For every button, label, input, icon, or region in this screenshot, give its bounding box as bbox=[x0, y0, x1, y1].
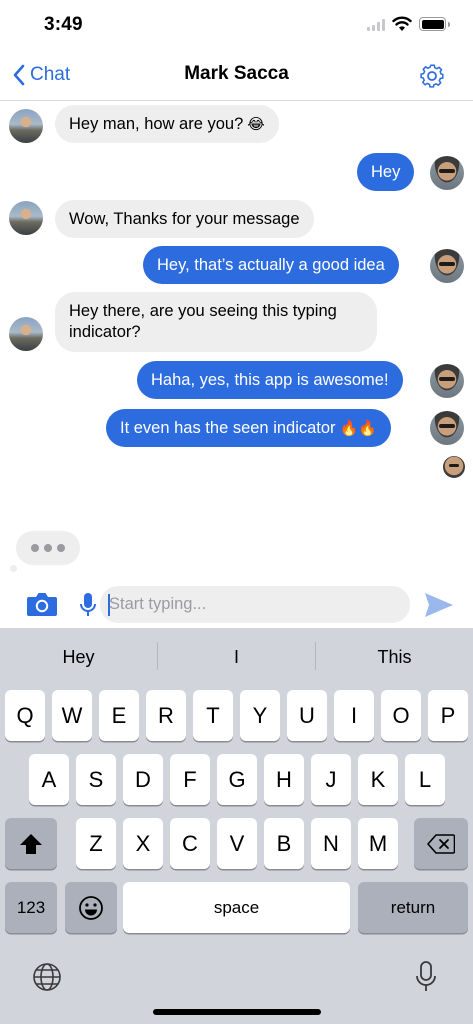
user-avatar[interactable] bbox=[430, 249, 464, 283]
key-h[interactable]: H bbox=[264, 754, 304, 805]
user-avatar[interactable] bbox=[430, 156, 464, 190]
key-p[interactable]: P bbox=[428, 690, 468, 741]
conversation-title: Mark Sacca bbox=[184, 63, 289, 84]
key-c[interactable]: C bbox=[170, 818, 210, 869]
microphone-icon[interactable] bbox=[78, 591, 98, 619]
key-z[interactable]: Z bbox=[76, 818, 116, 869]
key-j[interactable]: J bbox=[311, 754, 351, 805]
dictation-icon[interactable] bbox=[414, 960, 438, 994]
home-indicator bbox=[153, 1009, 321, 1015]
text-cursor bbox=[108, 594, 110, 616]
suggestion-3[interactable]: This bbox=[316, 628, 473, 686]
wifi-icon bbox=[392, 16, 412, 31]
battery-icon bbox=[419, 17, 450, 31]
key-y[interactable]: Y bbox=[240, 690, 280, 741]
message-text-line1: Hey there, are you seeing this typing bbox=[69, 302, 337, 320]
backspace-icon bbox=[427, 833, 455, 854]
key-n[interactable]: N bbox=[311, 818, 351, 869]
message-input[interactable] bbox=[100, 586, 410, 623]
outgoing-message-bubble: Haha, yes, this app is awesome! bbox=[137, 361, 403, 399]
key-o[interactable]: O bbox=[381, 690, 421, 741]
message-text: It even has the seen indicator bbox=[120, 418, 336, 437]
user-avatar[interactable] bbox=[430, 411, 464, 445]
key-v[interactable]: V bbox=[217, 818, 257, 869]
key-b[interactable]: B bbox=[264, 818, 304, 869]
key-r[interactable]: R bbox=[146, 690, 186, 741]
message-list[interactable]: Hey man, how are you? 😂 Hey Wow, Thanks … bbox=[0, 101, 473, 521]
key-u[interactable]: U bbox=[287, 690, 327, 741]
camera-icon[interactable] bbox=[26, 590, 58, 618]
key-t[interactable]: T bbox=[193, 690, 233, 741]
outgoing-message-bubble: Hey, that’s actually a good idea bbox=[143, 246, 399, 284]
navigation-bar: Chat Mark Sacca bbox=[0, 50, 473, 101]
gear-icon[interactable] bbox=[418, 62, 446, 90]
contact-avatar[interactable] bbox=[9, 317, 43, 351]
message-input-bar bbox=[0, 582, 473, 628]
key-m[interactable]: M bbox=[358, 818, 398, 869]
outgoing-message-bubble: It even has the seen indicator 🔥🔥 bbox=[106, 409, 391, 447]
backspace-key[interactable] bbox=[414, 818, 468, 869]
incoming-message-bubble: Wow, Thanks for your message bbox=[55, 200, 314, 238]
suggestion-bar: Hey I This bbox=[0, 628, 473, 686]
key-g[interactable]: G bbox=[217, 754, 257, 805]
key-k[interactable]: K bbox=[358, 754, 398, 805]
key-e[interactable]: E bbox=[99, 690, 139, 741]
message-emoji: 😂 bbox=[247, 115, 265, 133]
incoming-message-bubble: Hey man, how are you? 😂 bbox=[55, 105, 279, 143]
emoji-key[interactable] bbox=[65, 882, 117, 933]
user-avatar[interactable] bbox=[430, 364, 464, 398]
message-text: Hey man, how are you? bbox=[69, 114, 244, 133]
space-key[interactable]: space bbox=[123, 882, 350, 933]
key-w[interactable]: W bbox=[52, 690, 92, 741]
typing-indicator-tail bbox=[10, 565, 17, 572]
message-emoji: 🔥🔥 bbox=[339, 419, 377, 437]
key-s[interactable]: S bbox=[76, 754, 116, 805]
key-a[interactable]: A bbox=[29, 754, 69, 805]
message-text: Wow, Thanks for your message bbox=[69, 209, 300, 228]
seen-indicator-avatar bbox=[443, 456, 465, 478]
key-l[interactable]: L bbox=[405, 754, 445, 805]
suggestion-2[interactable]: I bbox=[158, 628, 315, 686]
message-text-line2: indicator? bbox=[69, 323, 141, 341]
outgoing-message-bubble: Hey bbox=[357, 153, 415, 191]
key-f[interactable]: F bbox=[170, 754, 210, 805]
keyboard: Hey I This 123 space return Q W E R T Y … bbox=[0, 628, 473, 1024]
emoji-icon bbox=[79, 895, 103, 920]
key-i[interactable]: I bbox=[334, 690, 374, 741]
message-text: Hey, that’s actually a good idea bbox=[157, 255, 385, 274]
key-x[interactable]: X bbox=[123, 818, 163, 869]
incoming-message-bubble: Hey there, are you seeing this typing in… bbox=[55, 292, 377, 352]
contact-avatar[interactable] bbox=[9, 109, 43, 143]
status-time: 3:49 bbox=[44, 14, 83, 35]
contact-avatar[interactable] bbox=[9, 201, 43, 235]
typing-indicator bbox=[16, 531, 80, 565]
key-q[interactable]: Q bbox=[5, 690, 45, 741]
suggestion-1[interactable]: Hey bbox=[0, 628, 157, 686]
shift-icon bbox=[20, 833, 42, 854]
message-text: Hey bbox=[371, 162, 401, 181]
message-text: Haha, yes, this app is awesome! bbox=[151, 370, 389, 389]
globe-icon[interactable] bbox=[32, 962, 62, 992]
shift-key[interactable] bbox=[5, 818, 57, 869]
cellular-signal-icon bbox=[367, 19, 387, 31]
send-icon[interactable] bbox=[423, 591, 455, 619]
return-key[interactable]: return bbox=[358, 882, 468, 933]
status-bar: 3:49 bbox=[0, 0, 473, 50]
key-d[interactable]: D bbox=[123, 754, 163, 805]
numbers-key[interactable]: 123 bbox=[5, 882, 57, 933]
